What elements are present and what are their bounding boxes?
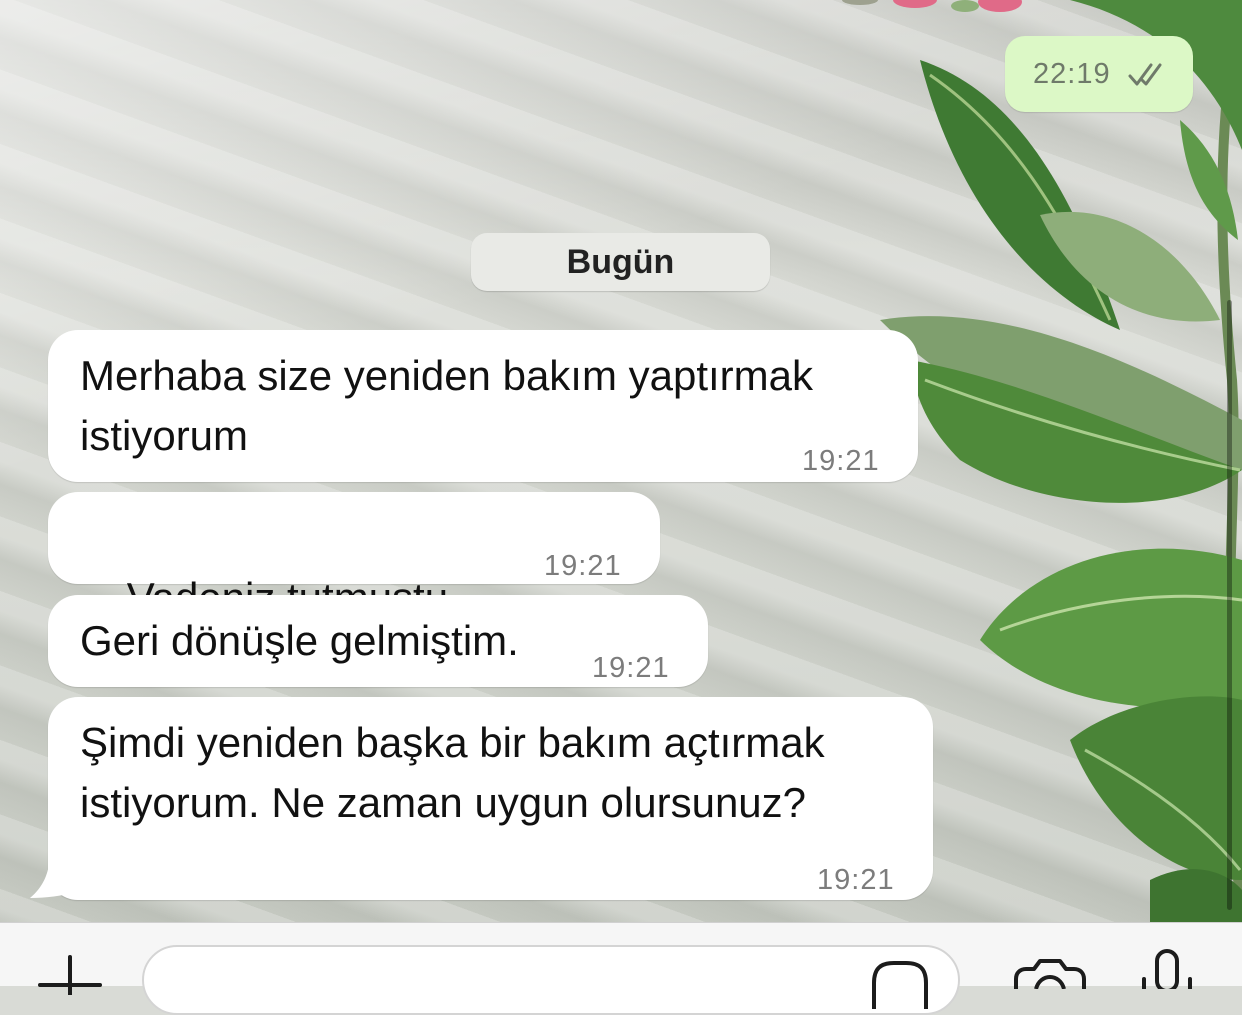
bubble-tail <box>30 852 76 898</box>
date-divider: Bugün <box>471 233 770 291</box>
scroll-indicator[interactable] <box>1227 300 1232 910</box>
outgoing-message-bubble[interactable]: 22:19 <box>1005 36 1193 112</box>
microphone-icon[interactable] <box>1138 949 1196 989</box>
message-timestamp: 22:19 <box>1033 58 1111 90</box>
incoming-message-bubble[interactable]: Merhaba size yeniden bakım yaptırmak ist… <box>48 330 918 482</box>
message-text: Geri dönüşle gelmiştim. <box>80 617 519 664</box>
incoming-message-bubble[interactable]: Şimdi yeniden başka bir bakım açtırmak i… <box>48 697 933 900</box>
sticker-icon[interactable] <box>870 959 930 1009</box>
read-receipt-double-check-icon <box>1128 63 1162 86</box>
message-timestamp: 19:21 <box>802 445 880 477</box>
message-input-field[interactable] <box>142 945 960 1015</box>
plus-icon[interactable] <box>38 955 102 995</box>
message-timestamp: 19:21 <box>592 652 670 684</box>
message-timestamp: 19:21 <box>817 864 895 896</box>
message-input-bar <box>0 922 1242 1015</box>
message-timestamp: 19:21 <box>544 550 622 582</box>
incoming-message-bubble[interactable]: Geri dönüşle gelmiştim. 19:21 <box>48 595 708 687</box>
incoming-message-bubble[interactable]: Vadeniz tutmuştu 19:21 <box>48 492 660 683</box>
message-text: Şimdi yeniden başka bir bakım açtırmak i… <box>80 719 825 826</box>
message-text: Merhaba size yeniden bakım yaptırmak ist… <box>80 352 814 459</box>
